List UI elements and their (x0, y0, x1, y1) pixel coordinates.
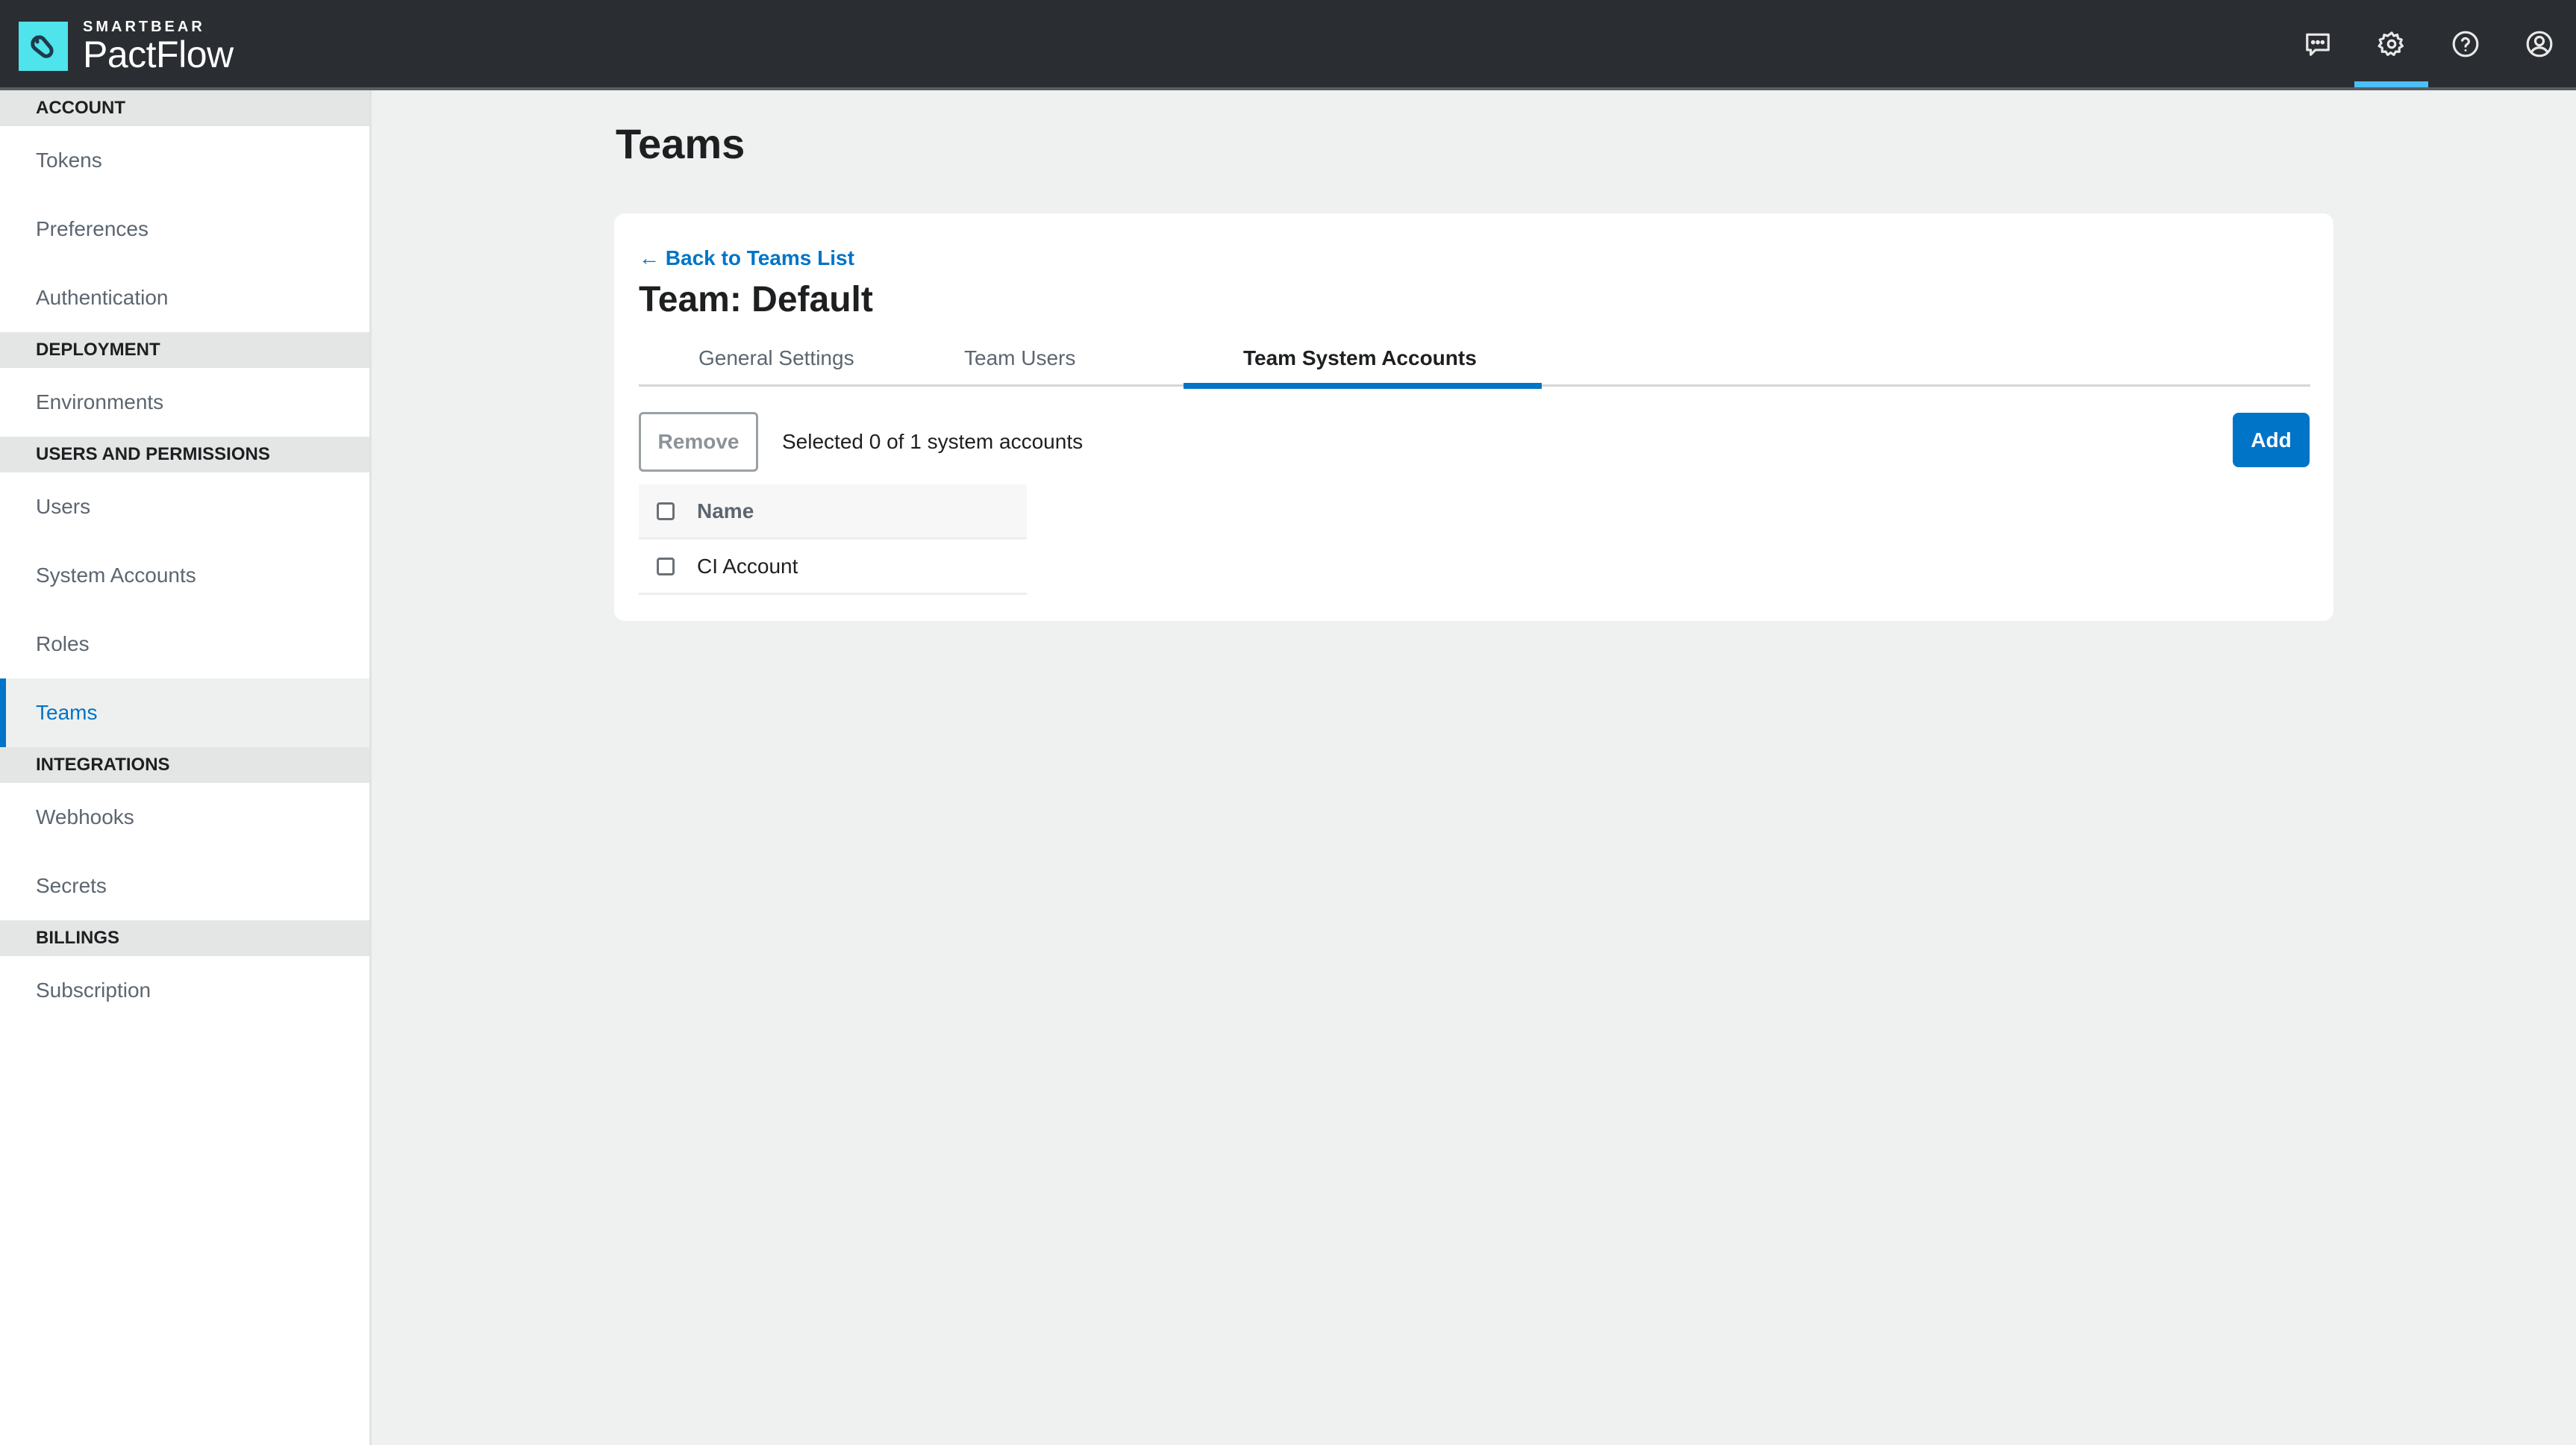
help-button[interactable] (2428, 0, 2502, 87)
section-header-account: ACCOUNT (0, 90, 369, 126)
sidebar-item-teams[interactable]: Teams (0, 678, 369, 747)
sidebar-item-subscription[interactable]: Subscription (0, 956, 369, 1025)
help-icon (2452, 31, 2478, 57)
selection-status: Selected 0 of 1 system accounts (782, 430, 1084, 453)
table-header-row: Name (639, 484, 1027, 540)
sidebar-item-roles[interactable]: Roles (0, 610, 369, 678)
sidebar-item-environments[interactable]: Environments (0, 368, 369, 437)
section-header-deployment: DEPLOYMENT (0, 332, 369, 368)
user-icon (2526, 31, 2552, 57)
gear-icon (2377, 31, 2404, 56)
account-button[interactable] (2502, 0, 2576, 87)
team-detail-card: ← Back to Teams List Team: Default Gener… (614, 213, 2333, 621)
add-button[interactable]: Add (2233, 413, 2310, 467)
column-header-name: Name (697, 499, 754, 522)
tab-team-users[interactable]: Team Users (922, 340, 1184, 387)
table-row: CI Account (639, 540, 1027, 595)
section-header-integrations: INTEGRATIONS (0, 747, 369, 783)
team-title: Team: Default (639, 280, 873, 319)
top-navigation-bar: SMARTBEAR PactFlow (0, 0, 2576, 90)
top-nav-icons (2280, 0, 2576, 87)
pactflow-logo-icon (19, 22, 68, 71)
sidebar-item-webhooks[interactable]: Webhooks (0, 783, 369, 852)
system-accounts-table: Name CI Account (639, 484, 1027, 595)
sidebar-item-authentication[interactable]: Authentication (0, 263, 369, 332)
product-name: PactFlow (83, 34, 234, 75)
settings-button[interactable] (2354, 0, 2428, 87)
settings-sidebar: ACCOUNT Tokens Preferences Authenticatio… (0, 90, 372, 1445)
pactflow-logo[interactable]: SMARTBEAR PactFlow (19, 19, 234, 74)
account-name-cell: CI Account (697, 554, 798, 578)
section-header-users-and-permissions: USERS AND PERMISSIONS (0, 437, 369, 472)
page-title: Teams (616, 120, 745, 167)
select-all-checkbox[interactable] (657, 502, 675, 520)
sidebar-item-system-accounts[interactable]: System Accounts (0, 541, 369, 610)
chat-icon (2305, 33, 2330, 56)
section-header-billings: BILLINGS (0, 920, 369, 956)
back-to-teams-link[interactable]: ← Back to Teams List (639, 246, 854, 270)
row-checkbox[interactable] (657, 557, 675, 575)
sidebar-item-secrets[interactable]: Secrets (0, 852, 369, 920)
feedback-button[interactable] (2280, 0, 2354, 87)
remove-button[interactable]: Remove (639, 412, 758, 472)
sidebar-item-preferences[interactable]: Preferences (0, 195, 369, 263)
tab-team-system-accounts[interactable]: Team System Accounts (1184, 340, 1542, 389)
team-tabs: General Settings Team Users Team System … (639, 340, 2310, 389)
sidebar-item-users[interactable]: Users (0, 472, 369, 541)
tab-general-settings[interactable]: General Settings (639, 340, 922, 387)
sidebar-item-tokens[interactable]: Tokens (0, 126, 369, 195)
brand-name: SMARTBEAR (83, 19, 205, 35)
